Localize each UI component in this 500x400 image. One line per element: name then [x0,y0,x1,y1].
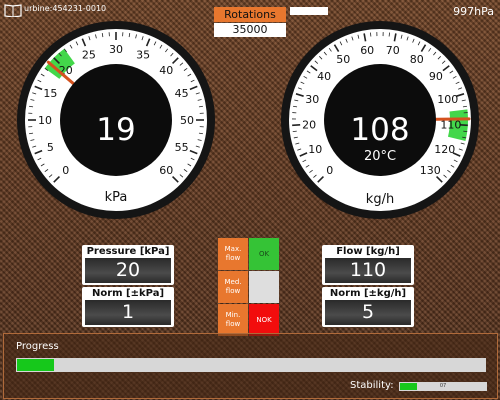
pressure-display-value: 20 [85,258,171,283]
pressure-gauge-unit: kPa [104,190,128,205]
top-input-field[interactable] [290,7,328,15]
pressure-display: Pressure [kPa] 20 [82,245,174,285]
progress-bar-fill [17,359,55,371]
pressure-display-label: Pressure [kPa] [86,246,170,257]
flow-display-label: Flow [kg/h] [336,246,400,257]
max-flow-label: Max. flow [218,238,248,270]
gauge-tick-label: 70 [386,44,400,57]
gauge-tick-label: 40 [317,70,331,83]
min-flow-label: Min. flow [218,304,248,336]
flow-gauge-unit: kg/h [365,192,395,207]
norm-kpa-display: Norm [±kPa] 1 [82,287,174,327]
gauge-tick-label: 90 [429,70,443,83]
gauge-tick-label: 50 [336,53,350,66]
stability-label: Stability: [350,380,394,391]
rotations-value: 35000 [214,23,286,37]
norm-kgh-value: 5 [325,300,411,325]
progress-panel: Progress Stability: 07 [3,333,498,399]
gauge-tick-label: 60 [360,44,374,57]
ambient-pressure: 997hPa [453,5,494,18]
norm-kpa-value: 1 [85,300,171,325]
gauge-tick-label: 130 [420,164,441,177]
flow-gauge: 0 10 20 30 40 50 60 70 80 90 100 110 120 130 108 20°C… [280,20,480,220]
progress-label: Progress [16,341,59,352]
book-icon[interactable] [4,3,22,17]
progress-bar [16,358,486,372]
rotations-label: Rotations [214,7,286,22]
gauge-tick-label: 40 [159,64,173,77]
pressure-gauge-value: 19 [96,112,136,148]
turbine-id: urbine:454231-0010 [24,4,107,13]
max-flow-status: OK [249,238,279,270]
min-flow-status: NOK [249,304,279,336]
med-flow-label: Med. flow [218,271,248,303]
stability-value: 07 [439,383,447,389]
flow-display: Flow [kg/h] 110 [322,245,414,285]
gauge-tick-label: 0 [62,164,69,177]
gauge-tick-label: 35 [136,48,150,61]
gauge-tick-label: 45 [175,87,189,100]
gauge-tick-label: 0 [326,164,333,177]
gauge-tick-label: 25 [82,48,96,61]
gauge-tick-label: 30 [109,43,123,56]
norm-kgh-label: Norm [±kg/h] [329,288,407,299]
flow-gauge-value: 108 [350,112,410,148]
gauge-tick-label: 15 [43,87,57,100]
gauge-tick-label: 60 [159,164,173,177]
flow-gauge-temperature: 20°C [363,149,397,164]
flow-display-value: 110 [325,258,411,283]
norm-kpa-label: Norm [±kPa] [91,288,165,299]
gauge-tick-label: 80 [410,53,424,66]
stability-bar: 07 [399,382,487,391]
norm-kgh-display: Norm [±kg/h] 5 [322,287,414,327]
gauge-tick-label: 100 [437,93,458,106]
pressure-gauge: 0 5 10 15 20 25 30 35 40 45 50 55 60 19 kPa [16,20,216,220]
gauge-tick-label: 30 [305,93,319,106]
med-flow-status [249,271,279,303]
